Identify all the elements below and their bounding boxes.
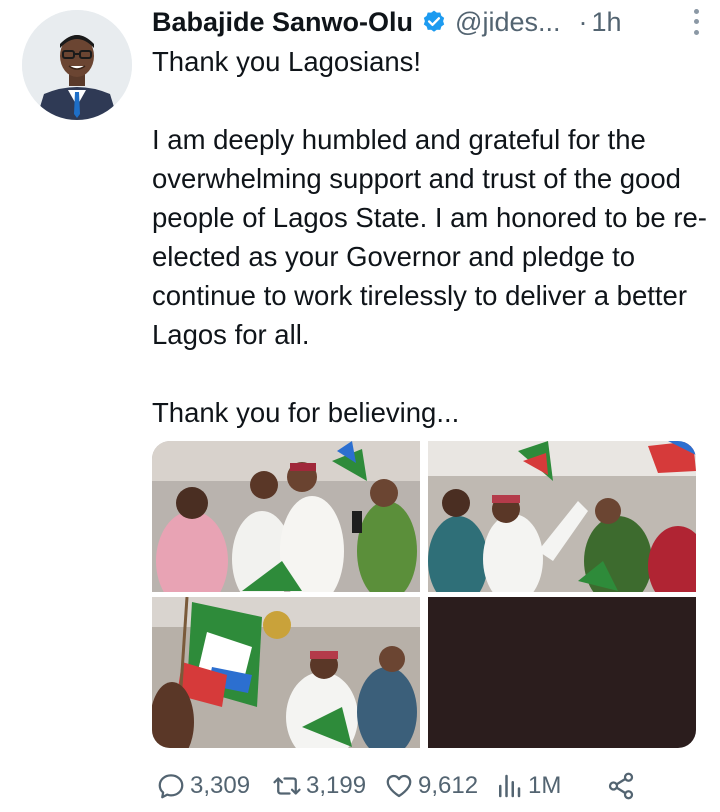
retweet-icon <box>273 777 301 795</box>
tweet-timestamp[interactable]: 1h <box>592 7 622 38</box>
views-count: 1M <box>528 772 562 799</box>
tweet-text-paragraph: I am deeply humbled and grateful for the… <box>152 124 707 350</box>
retweet-count: 3,199 <box>306 772 367 799</box>
reply-icon <box>158 774 184 799</box>
tweet-body: Thank you Lagosians! I am deeply humbled… <box>152 42 712 432</box>
media-photo-1[interactable] <box>152 441 420 592</box>
media-photo-4[interactable] <box>428 597 696 748</box>
separator-dot: · <box>578 6 588 37</box>
views-bar-chart-icon <box>499 774 521 798</box>
retweet-button[interactable]: 3,199 <box>272 764 366 808</box>
tweet-text-line-1: Thank you Lagosians! <box>152 46 422 77</box>
crowd-photo-2 <box>428 441 696 592</box>
more-options-icon[interactable] <box>686 6 706 38</box>
like-button[interactable]: 9,612 <box>384 764 478 808</box>
media-photo-2[interactable] <box>428 441 696 592</box>
avatar-portrait <box>22 10 132 120</box>
heart-icon <box>386 774 412 798</box>
like-count: 9,612 <box>418 772 479 799</box>
media-grid <box>152 441 696 748</box>
views-button[interactable]: 1M <box>494 764 561 808</box>
author-handle[interactable]: @jides... <box>455 7 560 38</box>
avatar[interactable] <box>22 10 132 120</box>
crowd-photo-1 <box>152 441 420 592</box>
author-display-name[interactable]: Babajide Sanwo-Olu <box>152 7 413 38</box>
reply-button[interactable]: 3,309 <box>156 764 250 808</box>
verified-badge-icon <box>423 10 445 32</box>
media-photo-3[interactable] <box>152 597 420 748</box>
tweet-actions: 3,309 3,199 9,612 1M <box>152 764 712 808</box>
share-button[interactable] <box>606 764 636 808</box>
tweet-header: Babajide Sanwo-Olu @jides... · 1h <box>152 4 699 40</box>
reply-count: 3,309 <box>190 772 251 799</box>
tweet-text-closing: Thank you for believing... <box>152 397 460 428</box>
share-icon <box>608 772 634 800</box>
crowd-photo-3 <box>152 597 420 748</box>
